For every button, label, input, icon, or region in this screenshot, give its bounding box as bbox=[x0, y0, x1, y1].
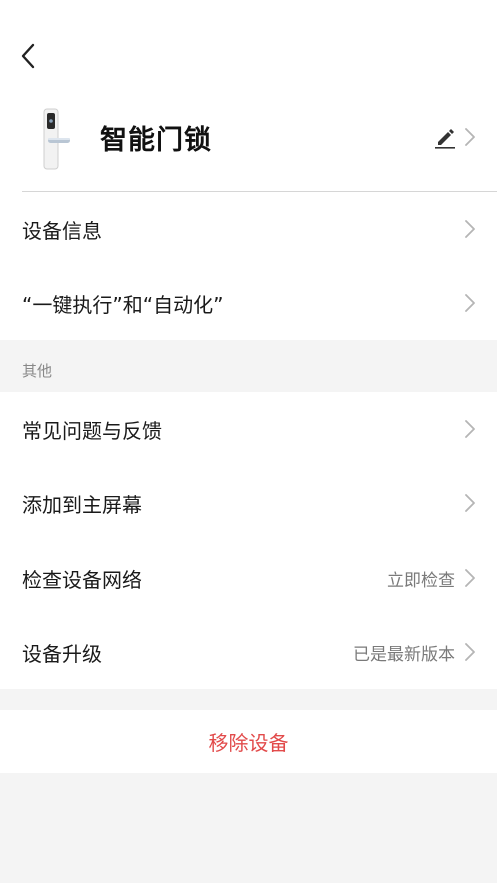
top-panel: 智能门锁 设备信息 “一键执行”和“自动化” bbox=[0, 0, 497, 340]
list-item-label: 添加到主屏幕 bbox=[22, 492, 142, 517]
list-item-label: “一键执行”和“自动化” bbox=[22, 292, 224, 317]
chevron-right-icon bbox=[465, 569, 475, 587]
list-item-scenes-automation[interactable]: “一键执行”和“自动化” bbox=[0, 266, 497, 340]
list-item-firmware-upgrade[interactable]: 设备升级 已是最新版本 bbox=[0, 615, 497, 689]
back-button[interactable] bbox=[10, 36, 46, 76]
device-header[interactable]: 智能门锁 bbox=[0, 100, 497, 180]
chevron-right-icon bbox=[465, 128, 475, 146]
list-item-label: 设备升级 bbox=[22, 641, 102, 666]
chevron-right-icon bbox=[465, 643, 475, 661]
list-item-faq-feedback[interactable]: 常见问题与反馈 bbox=[0, 392, 497, 466]
list-item-device-info[interactable]: 设备信息 bbox=[0, 192, 497, 266]
pencil-icon[interactable] bbox=[432, 124, 458, 150]
list-item-label: 常见问题与反馈 bbox=[22, 418, 162, 443]
list-item-label: 检查设备网络 bbox=[22, 567, 142, 592]
list-item-check-network[interactable]: 检查设备网络 立即检查 bbox=[0, 541, 497, 615]
chevron-right-icon bbox=[465, 294, 475, 312]
door-lock-image bbox=[43, 108, 70, 170]
remove-device-button[interactable]: 移除设备 bbox=[0, 710, 497, 773]
chevron-right-icon bbox=[465, 420, 475, 438]
chevron-left-icon bbox=[21, 43, 35, 69]
other-list: 常见问题与反馈 添加到主屏幕 检查设备网络 立即检查 设备升级 已是最新版本 bbox=[0, 392, 497, 689]
remove-device-label: 移除设备 bbox=[208, 731, 289, 755]
list-item-add-to-home[interactable]: 添加到主屏幕 bbox=[0, 466, 497, 540]
list-item-label: 设备信息 bbox=[22, 218, 102, 243]
check-now-value: 立即检查 bbox=[387, 570, 455, 591]
chevron-right-icon bbox=[465, 220, 475, 238]
device-name: 智能门锁 bbox=[100, 125, 212, 156]
version-status-value: 已是最新版本 bbox=[353, 644, 455, 665]
section-title-other: 其他 bbox=[22, 362, 53, 380]
device-settings-page: 智能门锁 设备信息 “一键执行”和“自动化” 其他 常见问题与反馈 添加到主屏幕… bbox=[0, 0, 497, 883]
chevron-right-icon bbox=[465, 494, 475, 512]
